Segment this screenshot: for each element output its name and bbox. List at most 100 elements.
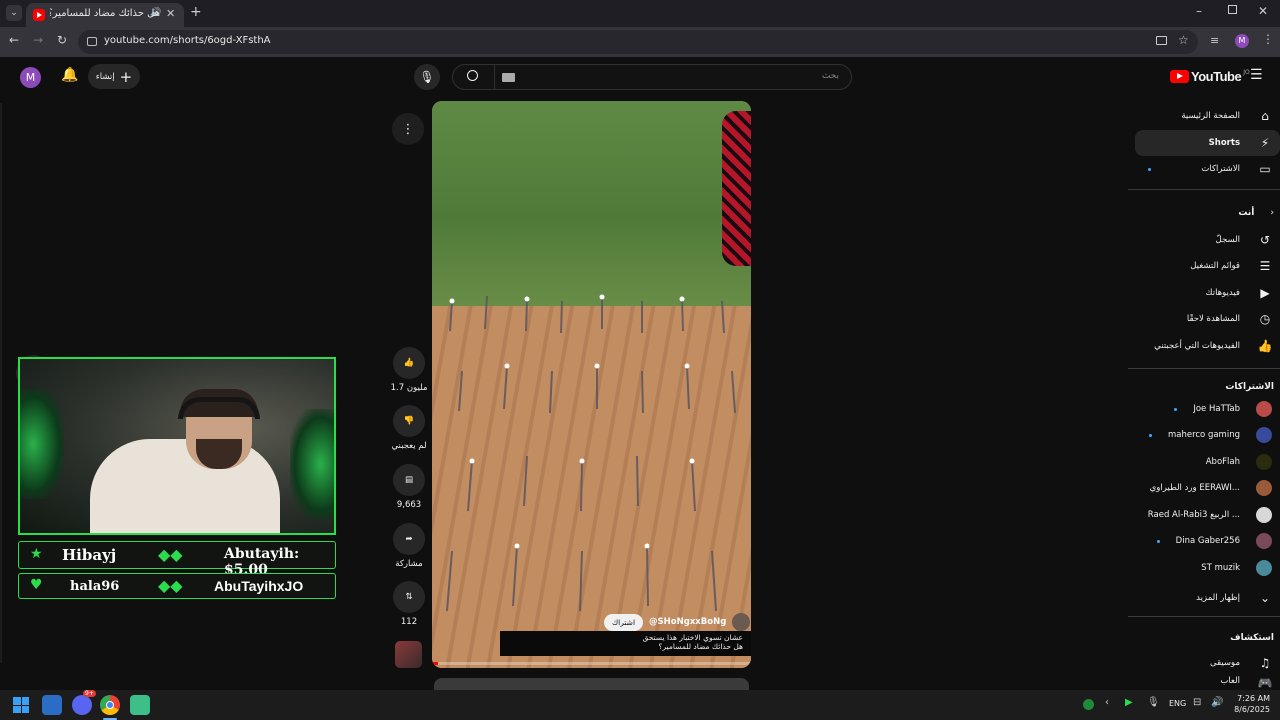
channel-avatar (1256, 427, 1272, 443)
tray-app-icon[interactable] (1083, 699, 1094, 710)
caption-line-2: عشان تسوي الاختبار هذا يستحق (642, 633, 743, 642)
video-person-shirt (722, 111, 751, 266)
overlay-alert-row-1: ★ Hibayj ◆◆ Abutayih: $5.00 (18, 541, 336, 578)
youtube-logo[interactable]: YouTube JO (1170, 69, 1250, 84)
create-button[interactable]: إنشاء + (88, 64, 140, 89)
caption-line-1: هل حذائك مضاد للمسامير؟ (658, 642, 743, 651)
language-indicator[interactable]: ENG (1169, 699, 1186, 708)
search-divider (494, 65, 495, 89)
more-options-button[interactable]: ⋮ (392, 113, 424, 145)
sidebar-item-your-videos[interactable]: فيديوهاتك ▶ (1128, 280, 1280, 306)
subscription-item[interactable]: ST muzik (1128, 555, 1280, 581)
video-progress-track[interactable] (432, 662, 751, 665)
comment-count: 9,663 (396, 500, 422, 510)
sidebar-item-shorts[interactable]: Shorts ⚡ (1135, 130, 1280, 156)
sidebar-item-home[interactable]: الصفحة الرئيسية ⌂ (1128, 103, 1280, 129)
sidebar-item-watch-later[interactable]: المشاهدة لاحقًا ◷ (1128, 306, 1280, 332)
sound-thumbnail[interactable] (395, 641, 422, 668)
gaming-icon: 🎮 (1257, 676, 1273, 690)
history-icon: ↺ (1259, 233, 1271, 247)
subscribe-button[interactable]: اشتراك (604, 613, 644, 631)
show-more-button[interactable]: إظهار المزيد ⌄ (1128, 585, 1280, 611)
install-app-icon[interactable] (1156, 36, 1167, 45)
next-short-preview[interactable] (434, 678, 749, 690)
share-button[interactable]: ➦ (393, 523, 425, 555)
sidebar-item-gaming[interactable]: ألعاب 🎮 (1128, 676, 1280, 690)
like-action: 👍 1.7 مليون (390, 347, 428, 393)
comments-button[interactable]: ▤ (393, 464, 425, 496)
close-tab-icon[interactable]: ✕ (166, 7, 175, 20)
tab-title: هل حذائك مضاد للمسامير؟ - (50, 8, 160, 19)
sidebar: الصفحة الرئيسية ⌂ Shorts ⚡ الاشتراكات ▭ أنت… (1128, 101, 1280, 690)
explore-header-label: استكشاف (1230, 633, 1274, 643)
dislike-action: 👎 لم يعجبني (390, 405, 428, 451)
tray-chevron-icon[interactable]: ‹ (1105, 697, 1109, 708)
menu-hamburger-icon[interactable]: ☰ (1250, 67, 1263, 83)
sidebar-item-subscriptions[interactable]: الاشتراكات ▭ (1128, 156, 1280, 182)
webcam-green-glow-right (290, 409, 334, 519)
volume-icon[interactable]: 🔊 (1211, 697, 1223, 708)
channel-avatar[interactable] (732, 613, 751, 631)
tray-mic-icon[interactable]: 🎙 (1147, 697, 1160, 708)
subscription-item[interactable]: ورد الطيراوي EERAWI... (1128, 475, 1280, 501)
file-explorer-icon[interactable] (42, 695, 62, 715)
subscription-item[interactable]: AboFlah (1128, 449, 1280, 475)
sidebar-item-music[interactable]: موسيقى ♫ (1128, 650, 1280, 676)
dislike-button[interactable]: 👎 (393, 405, 425, 437)
back-icon[interactable]: ← (9, 33, 19, 47)
sidebar-you-header[interactable]: أنت › (1128, 200, 1280, 226)
chevron-right-icon: › (1270, 208, 1274, 218)
channel-handle[interactable]: @SHoNgxxBoNg (649, 617, 726, 627)
new-content-dot (1148, 167, 1152, 171)
channel-avatar (1256, 480, 1272, 496)
account-avatar[interactable]: M (20, 67, 41, 88)
subscription-item[interactable]: maherco gaming (1128, 422, 1280, 448)
forward-icon[interactable]: → (33, 33, 43, 47)
your-videos-icon: ▶ (1260, 286, 1270, 300)
media-controls-icon[interactable]: ≡ (1210, 34, 1219, 47)
subscription-item[interactable]: Joe HaTTab (1128, 396, 1280, 422)
keyboard-icon[interactable] (502, 73, 515, 82)
subscription-item[interactable]: Dina Gaber256 (1128, 528, 1280, 554)
browser-tab[interactable]: 🔊 هل حذائك مضاد للمسامير؟ - ✕ (26, 3, 184, 27)
app-icon[interactable] (130, 695, 150, 715)
clock[interactable]: 7:26 AM 8/6/2025 (1230, 693, 1270, 715)
restore-button[interactable] (1228, 5, 1237, 14)
new-tab-button[interactable]: + (190, 4, 202, 20)
tab-search-icon[interactable]: ⌄ (6, 5, 22, 21)
clock-date: 8/6/2025 (1234, 705, 1270, 714)
overlay-alert-row-2: ♥ hala96 ◆◆ AbuTayihxJO (18, 573, 336, 599)
comments-action: ▤ 9,663 (390, 464, 428, 510)
windows-start-icon[interactable] (13, 697, 29, 713)
site-info-icon[interactable] (87, 37, 97, 46)
sidebar-divider (1128, 368, 1280, 369)
notifications-bell-icon[interactable]: 🔔 (61, 67, 78, 83)
remix-button[interactable]: ⇅ (393, 581, 425, 613)
search-icon[interactable] (467, 70, 478, 81)
chrome-icon[interactable] (100, 695, 120, 715)
subscription-name: ورد الطيراوي EERAWI... (1149, 483, 1240, 493)
search-box[interactable]: بحث (452, 64, 852, 90)
video-progress-fill (432, 662, 439, 665)
minimize-button[interactable]: – (1196, 4, 1202, 18)
like-button[interactable]: 👍 (393, 347, 425, 379)
voice-search-button[interactable]: 🎙 (414, 64, 440, 90)
address-bar[interactable]: youtube.com/shorts/6ogd-XFsthA ☆ (78, 30, 1198, 54)
network-icon[interactable]: ⊟ (1193, 697, 1201, 708)
reload-icon[interactable]: ↻ (57, 33, 67, 47)
more-vertical-icon: ⋮ (401, 121, 415, 137)
tray-play-icon[interactable]: ▶ (1125, 697, 1133, 708)
subscription-item[interactable]: Raed Al-Rabi3 الربيع ... (1128, 502, 1280, 528)
sidebar-item-history[interactable]: السجلّ ↺ (1128, 227, 1280, 253)
shorts-video-player[interactable]: اشتراك @SHoNgxxBoNg عشان تسوي الاختبار ه… (432, 101, 751, 668)
video-nails (446, 294, 736, 612)
close-window-button[interactable]: ✕ (1258, 4, 1268, 18)
discord-icon[interactable]: 9+ (72, 690, 96, 715)
sidebar-item-liked[interactable]: الفيديوهات التي أعجبتني 👍 (1128, 333, 1280, 359)
chrome-menu-icon[interactable]: ⋮ (1262, 32, 1274, 46)
profile-avatar[interactable]: M (1235, 34, 1249, 48)
sidebar-item-label: فيديوهاتك (1205, 288, 1240, 298)
new-content-dot (1174, 407, 1178, 411)
sidebar-item-playlists[interactable]: قوائم التشغيل ☰ (1128, 253, 1280, 279)
bookmark-star-icon[interactable]: ☆ (1178, 33, 1189, 47)
